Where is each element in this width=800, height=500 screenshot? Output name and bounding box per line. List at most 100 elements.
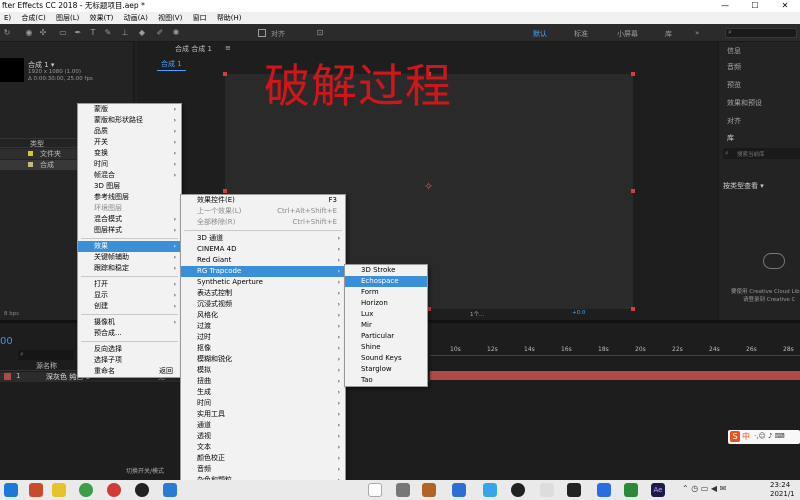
libraries-panel-tab[interactable]: 库 bbox=[727, 133, 734, 143]
ime-toolbar[interactable]: S 中 ·,☺ ♪ ⌨ bbox=[728, 430, 800, 444]
taskbar-app-icon[interactable] bbox=[29, 483, 43, 497]
trapcode-menu-item[interactable]: Starglow bbox=[345, 364, 427, 375]
effects-menu-item[interactable]: 扭曲 › bbox=[181, 376, 345, 387]
ime-mode-label[interactable]: 中 bbox=[742, 431, 750, 442]
layer-menu-item[interactable]: 重命名 返回 bbox=[78, 366, 181, 377]
layer-menu-item[interactable]: 创建 › bbox=[78, 301, 181, 312]
pen-tool-icon[interactable]: ✒ bbox=[73, 28, 83, 38]
workspace-default[interactable]: 默认 bbox=[533, 29, 547, 39]
info-panel-tab[interactable]: 信息 bbox=[727, 46, 741, 56]
align-panel-tab[interactable]: 对齐 bbox=[727, 116, 741, 126]
trapcode-menu-item[interactable]: Shine bbox=[345, 342, 427, 353]
effects-menu-item[interactable]: 文本 › bbox=[181, 442, 345, 453]
workspace-standard[interactable]: 标准 bbox=[574, 29, 588, 39]
menu-composition[interactable]: 合成(C) bbox=[17, 12, 49, 24]
trapcode-menu-item[interactable]: Particular bbox=[345, 331, 427, 342]
audio-panel-tab[interactable]: 音频 bbox=[727, 62, 741, 72]
menu-window[interactable]: 窗口 bbox=[189, 12, 211, 24]
taskbar-app-icon[interactable] bbox=[540, 483, 554, 497]
layer-menu-item[interactable]: 混合模式 › bbox=[78, 214, 181, 225]
effects-menu-item[interactable]: RG Trapcode › bbox=[181, 266, 345, 277]
effects-menu-item[interactable]: 模拟 › bbox=[181, 365, 345, 376]
minimize-button[interactable]: — bbox=[710, 0, 740, 12]
taskbar-app-icon[interactable] bbox=[452, 483, 466, 497]
layer-menu-item[interactable]: 变换 › bbox=[78, 148, 181, 159]
trapcode-menu-item[interactable]: Lux bbox=[345, 309, 427, 320]
trapcode-menu-item[interactable]: Mir bbox=[345, 320, 427, 331]
taskbar-app-icon[interactable] bbox=[511, 483, 525, 497]
effects-menu-item[interactable]: 过渡 › bbox=[181, 321, 345, 332]
taskbar-app-icon[interactable] bbox=[163, 483, 177, 497]
maximize-button[interactable]: ☐ bbox=[740, 0, 770, 12]
close-button[interactable]: ✕ bbox=[770, 0, 800, 12]
effects-menu-item[interactable]: 3D 通道 › bbox=[181, 233, 345, 244]
layer-handle[interactable] bbox=[223, 72, 227, 76]
trapcode-menu-item[interactable]: Echospace bbox=[345, 276, 427, 287]
brush-tool-icon[interactable]: ✎ bbox=[103, 28, 113, 38]
taskbar-app-icon[interactable] bbox=[483, 483, 497, 497]
exposure-offset[interactable]: +0.0 bbox=[572, 310, 585, 316]
clone-stamp-tool-icon[interactable]: ⊥ bbox=[120, 28, 130, 38]
workspace-small-screen[interactable]: 小屏幕 bbox=[617, 29, 638, 39]
source-name-header[interactable]: 源名称 bbox=[36, 361, 57, 371]
layer-menu-item[interactable]: 效果 › bbox=[78, 241, 181, 252]
effects-menu-item[interactable]: 效果控件(E) F3 bbox=[181, 195, 345, 206]
layer-menu-item[interactable]: 选择子项 bbox=[78, 355, 181, 366]
effects-menu-item[interactable]: 模糊和锐化 › bbox=[181, 354, 345, 365]
menu-layer[interactable]: 图层(L) bbox=[52, 12, 83, 24]
layer-menu-item[interactable]: 蒙版和形状路径 › bbox=[78, 115, 181, 126]
layer-menu-item[interactable]: 参考线图层 bbox=[78, 192, 181, 203]
camera-tool-icon[interactable]: ◉ bbox=[24, 28, 34, 38]
library-search-field[interactable]: ⌕ 搜索当前库 bbox=[723, 148, 800, 159]
ime-tools-icon[interactable]: ·,☺ ♪ ⌨ bbox=[754, 432, 785, 440]
layer-menu-item[interactable]: 开关 › bbox=[78, 137, 181, 148]
taskbar-app-icon[interactable] bbox=[567, 483, 581, 497]
comp-tab[interactable]: 合成 合成 1 bbox=[175, 44, 212, 54]
taskbar-app-icon[interactable] bbox=[597, 483, 611, 497]
layer-handle[interactable] bbox=[631, 72, 635, 76]
effects-menu-item[interactable]: CINEMA 4D › bbox=[181, 244, 345, 255]
toggle-switches-modes[interactable]: 切换开关/模式 bbox=[126, 466, 164, 475]
trapcode-menu-item[interactable]: Horizon bbox=[345, 298, 427, 309]
layer-menu-item[interactable]: 打开 › bbox=[78, 279, 181, 290]
layer-menu-item[interactable]: 预合成... bbox=[78, 328, 181, 339]
effects-menu-item[interactable]: 抠像 › bbox=[181, 343, 345, 354]
menu-animation[interactable]: 动画(A) bbox=[120, 12, 152, 24]
sogou-ime-icon[interactable]: S bbox=[730, 431, 740, 442]
layer-menu-item[interactable]: 图层样式 › bbox=[78, 225, 181, 236]
preview-panel-tab[interactable]: 预览 bbox=[727, 80, 741, 90]
start-button-icon[interactable] bbox=[4, 483, 18, 497]
after-effects-icon[interactable]: Ae bbox=[651, 483, 665, 497]
menu-effect[interactable]: 效果(T) bbox=[86, 12, 118, 24]
effects-menu-item[interactable]: 过时 › bbox=[181, 332, 345, 343]
workspace-libraries[interactable]: 库 bbox=[665, 29, 672, 39]
help-search-box[interactable]: ⌕ bbox=[725, 28, 797, 38]
effects-menu-item[interactable]: 音频 › bbox=[181, 464, 345, 475]
trapcode-menu-item[interactable]: Sound Keys bbox=[345, 353, 427, 364]
trapcode-menu-item[interactable]: Tao bbox=[345, 375, 427, 386]
type-column-label[interactable]: 类型 bbox=[30, 139, 44, 149]
clock-time[interactable]: 23:24 bbox=[770, 481, 790, 489]
taskbar-app-icon[interactable] bbox=[396, 483, 410, 497]
trapcode-menu-item[interactable]: 3D Stroke bbox=[345, 265, 427, 276]
eraser-tool-icon[interactable]: ◆ bbox=[137, 28, 147, 38]
comp-breadcrumb[interactable]: 合成 1 bbox=[157, 58, 186, 71]
align-checkbox[interactable] bbox=[258, 29, 266, 37]
layer-menu-item[interactable]: 显示 › bbox=[78, 290, 181, 301]
tray-icons[interactable]: ⌃ ◷ ▭ ◀ ✉ bbox=[682, 484, 726, 493]
netease-music-icon[interactable] bbox=[107, 483, 121, 497]
layer-menu-item[interactable]: 帧混合 › bbox=[78, 170, 181, 181]
effects-menu-item[interactable]: 表达式控制 › bbox=[181, 288, 345, 299]
roto-brush-tool-icon[interactable]: ✐ bbox=[155, 28, 165, 38]
current-timecode[interactable]: 00 bbox=[0, 336, 13, 347]
layer-duration-bar[interactable] bbox=[430, 371, 800, 380]
file-explorer-icon[interactable] bbox=[52, 483, 66, 497]
effects-menu-item[interactable]: Synthetic Aperture › bbox=[181, 277, 345, 288]
layer-menu-item[interactable]: 关键帧辅助 › bbox=[78, 252, 181, 263]
layer-menu-item[interactable]: 3D 图层 bbox=[78, 181, 181, 192]
menu-view[interactable]: 视图(V) bbox=[154, 12, 186, 24]
effects-menu-item[interactable]: 风格化 › bbox=[181, 310, 345, 321]
layer-menu-item[interactable]: 蒙版 › bbox=[78, 104, 181, 115]
layer-handle[interactable] bbox=[631, 189, 635, 193]
snap-icon[interactable]: ⊡ bbox=[315, 28, 325, 38]
